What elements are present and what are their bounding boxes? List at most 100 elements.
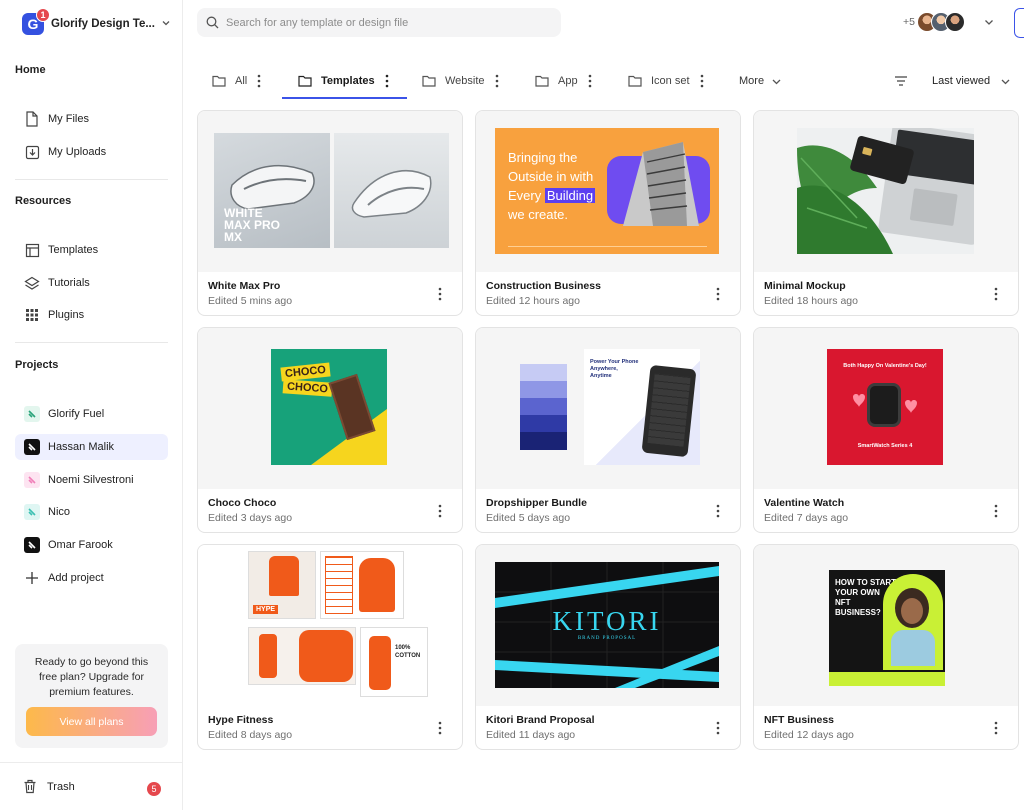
sidebar-item-my-uploads[interactable]: My Uploads bbox=[15, 139, 168, 165]
divider bbox=[15, 342, 168, 343]
more-vertical-icon[interactable] bbox=[438, 721, 442, 735]
more-tabs-dropdown[interactable]: More bbox=[739, 70, 782, 92]
more-vertical-icon[interactable] bbox=[716, 287, 720, 301]
sort-label: Last viewed bbox=[932, 75, 991, 87]
thumbnail-artwork: Both Happy On Valentine's Day! SmartWatc… bbox=[827, 349, 943, 465]
home-section-label[interactable]: Home bbox=[15, 64, 46, 76]
template-card[interactable]: CHOCO CHOCO Choco Choco Edited 3 days ag… bbox=[197, 327, 463, 533]
layers-icon bbox=[23, 274, 41, 292]
chevron-down-icon bbox=[161, 15, 171, 33]
trash-item[interactable]: Trash 5 bbox=[0, 762, 183, 810]
more-label: More bbox=[739, 75, 765, 87]
template-card[interactable]: Power Your Phone Anywhere, Anytime Drops… bbox=[475, 327, 741, 533]
trash-label: Trash bbox=[47, 780, 75, 793]
sort-dropdown[interactable]: Last viewed bbox=[932, 70, 1011, 92]
notification-badge: 1 bbox=[36, 8, 50, 22]
more-vertical-icon[interactable] bbox=[994, 504, 998, 518]
more-vertical-icon[interactable] bbox=[994, 287, 998, 301]
sidebar-item-templates[interactable]: Templates bbox=[15, 237, 168, 263]
workspace-switcher[interactable]: G 1 Glorify Design Te... bbox=[22, 8, 171, 35]
file-icon bbox=[23, 110, 41, 128]
card-title: Hype Fitness bbox=[208, 714, 274, 726]
avatar[interactable] bbox=[944, 12, 965, 32]
thumbnail-artwork bbox=[248, 627, 356, 685]
project-item-hassan-malik[interactable]: Hassan Malik bbox=[15, 434, 168, 460]
template-card[interactable]: HOW TO START YOUR OWN NFT BUSINESS? NFT … bbox=[753, 544, 1019, 750]
card-edited-time: Edited 12 days ago bbox=[764, 729, 854, 741]
more-vertical-icon[interactable] bbox=[438, 287, 442, 301]
sidebar-item-plugins[interactable]: Plugins bbox=[15, 302, 168, 328]
filter-icon[interactable] bbox=[894, 74, 908, 92]
search-input[interactable] bbox=[226, 16, 546, 29]
more-vertical-icon[interactable] bbox=[588, 74, 592, 88]
more-vertical-icon[interactable] bbox=[716, 504, 720, 518]
more-vertical-icon[interactable] bbox=[257, 74, 261, 88]
project-item-glorify-fuel[interactable]: Glorify Fuel bbox=[15, 401, 168, 427]
sidebar: G 1 Glorify Design Te... Home My Files M… bbox=[0, 0, 183, 810]
template-card[interactable]: Minimal Mockup Edited 18 hours ago bbox=[753, 110, 1019, 316]
more-vertical-icon[interactable] bbox=[716, 721, 720, 735]
artwork-text: BRAND PROPOSAL bbox=[577, 636, 637, 641]
template-thumbnail[interactable]: Both Happy On Valentine's Day! SmartWatc… bbox=[754, 328, 1018, 489]
template-thumbnail[interactable]: CHOCO CHOCO bbox=[198, 328, 462, 489]
sidebar-item-label: Tutorials bbox=[48, 277, 90, 289]
template-thumbnail[interactable]: KITORI BRAND PROPOSAL bbox=[476, 545, 740, 706]
tab-app[interactable]: App bbox=[535, 70, 592, 92]
more-vertical-icon[interactable] bbox=[438, 504, 442, 518]
thumbnail-artwork: CHOCO CHOCO bbox=[271, 349, 387, 465]
more-vertical-icon[interactable] bbox=[385, 74, 389, 88]
tab-icon-set[interactable]: Icon set bbox=[628, 70, 704, 92]
projects-section-label: Projects bbox=[15, 359, 59, 371]
chevron-down-icon[interactable] bbox=[983, 15, 995, 33]
chevron-down-icon bbox=[1000, 76, 1011, 87]
artwork-text: SmartWatch Series 4 bbox=[857, 443, 913, 449]
template-thumbnail[interactable]: Power Your Phone Anywhere, Anytime bbox=[476, 328, 740, 489]
project-item-nico[interactable]: Nico bbox=[15, 499, 168, 525]
view-all-plans-button[interactable]: View all plans bbox=[26, 707, 157, 736]
artwork-text: Power Your Phone Anywhere, Anytime bbox=[590, 359, 639, 379]
template-thumbnail[interactable]: WHITE MAX PRO MX bbox=[198, 111, 462, 272]
more-vertical-icon[interactable] bbox=[994, 721, 998, 735]
share-button[interactable] bbox=[1014, 8, 1024, 38]
thumbnail-artwork bbox=[520, 364, 567, 450]
sidebar-item-my-files[interactable]: My Files bbox=[15, 106, 168, 132]
tab-label: Icon set bbox=[651, 75, 690, 87]
sidebar-item-label: Templates bbox=[48, 244, 99, 256]
artwork-text: WHITE MAX PRO MX bbox=[224, 206, 281, 244]
folder-icon bbox=[212, 75, 226, 87]
resources-section-label: Resources bbox=[15, 195, 72, 207]
project-label: Glorify Fuel bbox=[48, 408, 105, 420]
project-item-noemi-silvestroni[interactable]: Noemi Silvestroni bbox=[15, 467, 168, 493]
search-bar[interactable] bbox=[197, 8, 561, 37]
template-thumbnail[interactable]: HYPE 100% COTTON bbox=[198, 545, 462, 706]
template-thumbnail[interactable]: Bringing the Outside in with Every Build… bbox=[476, 111, 740, 272]
add-project-button[interactable]: Add project bbox=[15, 565, 168, 591]
project-item-omar-farook[interactable]: Omar Farook bbox=[15, 532, 168, 558]
tab-website[interactable]: Website bbox=[422, 70, 499, 92]
collaborators[interactable]: +5 bbox=[903, 12, 965, 32]
more-vertical-icon[interactable] bbox=[495, 74, 499, 88]
tab-all[interactable]: All bbox=[212, 70, 261, 92]
chevron-down-icon bbox=[771, 76, 782, 87]
template-thumbnail[interactable]: HOW TO START YOUR OWN NFT BUSINESS? bbox=[754, 545, 1018, 706]
project-label: Nico bbox=[48, 506, 71, 518]
card-edited-time: Edited 11 days ago bbox=[486, 729, 576, 741]
artwork-text: Both Happy On Valentine's Day! bbox=[843, 363, 927, 369]
template-card[interactable]: KITORI BRAND PROPOSAL Kitori Brand Propo… bbox=[475, 544, 741, 750]
card-title: Choco Choco bbox=[208, 497, 277, 509]
tab-label: All bbox=[235, 75, 248, 87]
card-edited-time: Edited 5 days ago bbox=[486, 512, 571, 524]
template-card[interactable]: Both Happy On Valentine's Day! SmartWatc… bbox=[753, 327, 1019, 533]
card-edited-time: Edited 7 days ago bbox=[764, 512, 849, 524]
sidebar-item-tutorials[interactable]: Tutorials bbox=[15, 270, 168, 296]
tab-templates[interactable]: Templates bbox=[298, 70, 389, 92]
template-card[interactable]: Bringing the Outside in with Every Build… bbox=[475, 110, 741, 316]
template-card[interactable]: HYPE 100% COTTON Hype Fitness Edited 8 d… bbox=[197, 544, 463, 750]
template-thumbnail[interactable] bbox=[754, 111, 1018, 272]
thumbnail-artwork: WHITE MAX PRO MX bbox=[214, 133, 330, 248]
artwork-text: KITORI bbox=[552, 606, 662, 636]
more-vertical-icon[interactable] bbox=[700, 74, 704, 88]
thumbnail-artwork: 100% COTTON bbox=[360, 627, 428, 697]
template-card[interactable]: WHITE MAX PRO MX White Max Pro Edited 5 … bbox=[197, 110, 463, 316]
thumbnail-artwork: HYPE bbox=[248, 551, 316, 619]
